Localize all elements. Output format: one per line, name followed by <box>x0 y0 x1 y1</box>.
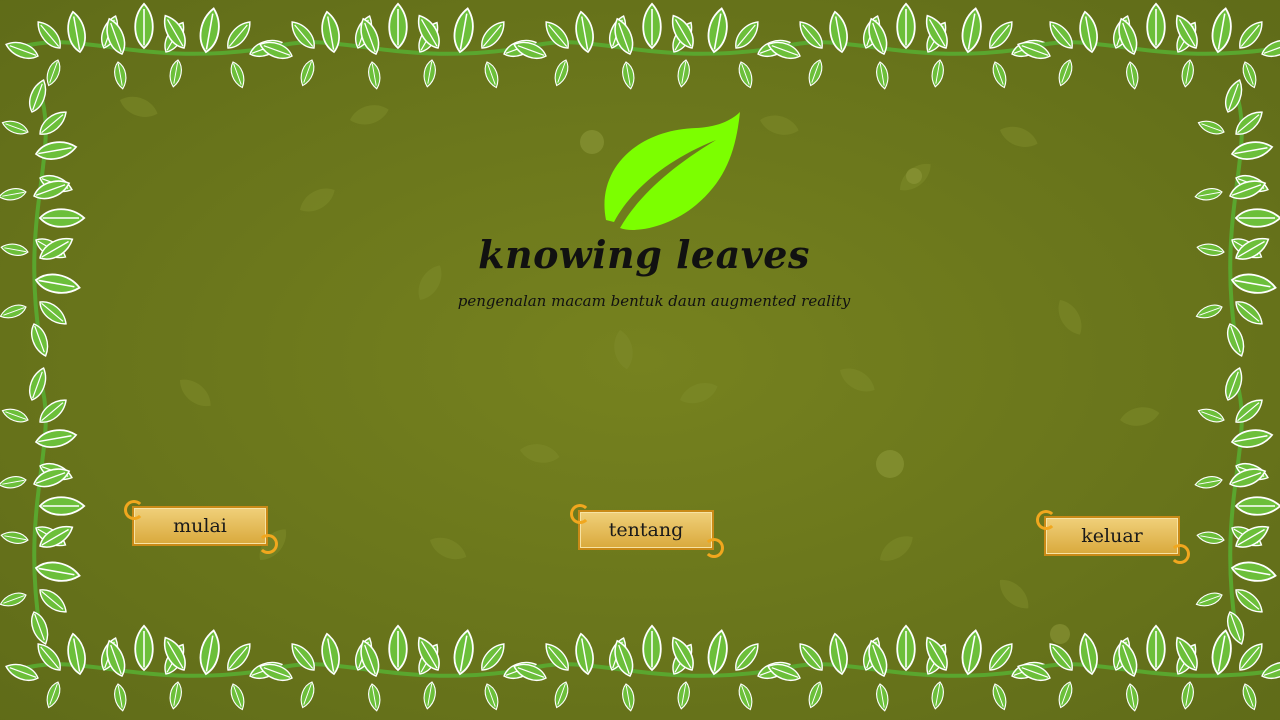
about-button-label: tentang <box>608 519 684 541</box>
scroll-curl-ornament <box>1036 510 1056 530</box>
start-button[interactable]: mulai <box>124 500 278 554</box>
scroll-curl-ornament <box>704 538 724 558</box>
exit-button[interactable]: keluar <box>1036 510 1190 564</box>
leaf-icon <box>604 112 740 230</box>
scroll-curl-ornament <box>570 504 590 524</box>
scroll-curl-ornament <box>258 534 278 554</box>
exit-button-label: keluar <box>1081 525 1143 547</box>
scroll-curl-ornament <box>124 500 144 520</box>
start-button-label: mulai <box>173 515 227 537</box>
game-subtitle: pengenalan macam bentuk daun augmented r… <box>457 292 851 310</box>
game-title: knowing leaves <box>478 232 810 277</box>
scroll-curl-ornament <box>1170 544 1190 564</box>
game-background <box>0 0 1280 720</box>
about-button[interactable]: tentang <box>570 504 724 558</box>
